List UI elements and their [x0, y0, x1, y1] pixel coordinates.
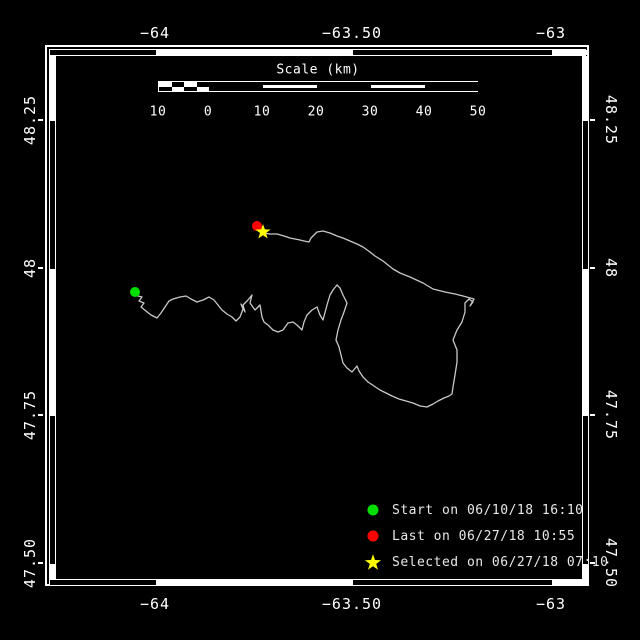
start-marker[interactable] — [130, 287, 140, 297]
circle-glyph — [368, 505, 379, 516]
circle-glyph — [368, 531, 379, 542]
map-plot: −64 −63.50 −63 −64 −63.50 −63 48.25 48 4… — [0, 0, 640, 640]
tick-mark — [38, 414, 43, 416]
tick-mark — [38, 267, 43, 269]
tick-mark — [38, 562, 43, 564]
legend-label: Last on 06/27/18 10:55 — [392, 529, 575, 544]
legend-item-selected: Selected on 06/27/18 07:10 — [364, 549, 609, 575]
legend: Start on 06/10/18 16:10 Last on 06/27/18… — [364, 497, 609, 575]
star-glyph — [365, 554, 381, 569]
legend-item-start: Start on 06/10/18 16:10 — [364, 497, 609, 523]
legend-label: Selected on 06/27/18 07:10 — [392, 555, 609, 570]
tick-mark — [590, 267, 595, 269]
track-path[interactable] — [135, 227, 474, 407]
tick-mark — [590, 119, 595, 121]
start-marker-icon — [364, 501, 382, 519]
tick-mark — [590, 562, 595, 564]
tick-mark — [38, 119, 43, 121]
legend-item-last: Last on 06/27/18 10:55 — [364, 523, 609, 549]
selected-star-icon — [364, 553, 382, 571]
tick-mark — [590, 414, 595, 416]
last-marker-icon — [364, 527, 382, 545]
legend-label: Start on 06/10/18 16:10 — [392, 503, 584, 518]
